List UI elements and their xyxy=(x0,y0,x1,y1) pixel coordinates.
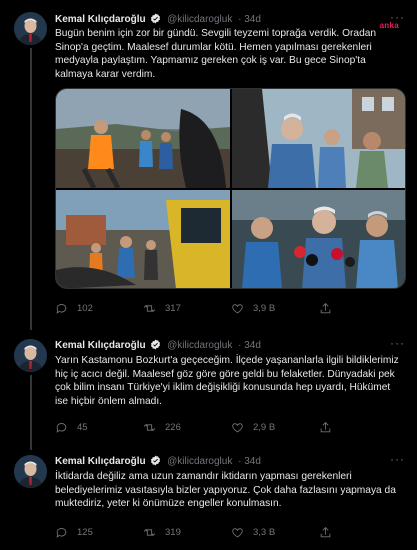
retweet-button[interactable]: 317 xyxy=(143,302,231,315)
media-photo-microphones[interactable] xyxy=(232,190,405,288)
author-handle[interactable]: @kilicdarogluk xyxy=(167,340,232,351)
like-count: 3,3 B xyxy=(253,527,276,538)
reply-count: 125 xyxy=(77,527,93,538)
reply-button[interactable]: 125 xyxy=(55,526,143,539)
retweet-count: 226 xyxy=(165,422,181,433)
thread-line xyxy=(30,48,32,330)
retweet-button[interactable]: 319 xyxy=(143,526,231,539)
like-count: 3,9 B xyxy=(253,303,276,314)
tweet[interactable]: Kemal Kılıçdaroğlu @kilicdarogluk · 34d … xyxy=(0,447,417,550)
heart-icon xyxy=(232,304,243,314)
like-button[interactable]: 2,9 B xyxy=(231,421,319,434)
tweet-actions: 102 317 3,9 B xyxy=(55,302,385,315)
share-button[interactable] xyxy=(319,421,341,434)
reply-count: 45 xyxy=(77,422,88,433)
verified-badge-icon xyxy=(151,339,161,350)
author-name[interactable]: Kemal Kılıçdaroğlu xyxy=(55,456,146,467)
tweet-header: Kemal Kılıçdaroğlu @kilicdarogluk · 34d xyxy=(55,13,261,25)
tweet-header: Kemal Kılıçdaroğlu @kilicdarogluk · 34d xyxy=(55,455,261,467)
avatar[interactable] xyxy=(14,339,47,372)
tweet-actions: 45 226 2,9 B xyxy=(55,421,385,434)
share-button[interactable] xyxy=(319,526,341,539)
tweet-text: İktidarda değiliz ama uzun zamandır ikti… xyxy=(55,471,396,509)
share-icon xyxy=(320,422,331,433)
share-icon xyxy=(320,303,331,314)
author-name[interactable]: Kemal Kılıçdaroğlu xyxy=(55,14,146,25)
verified-badge-icon xyxy=(151,13,161,24)
heart-icon xyxy=(232,423,243,433)
retweet-icon xyxy=(143,529,156,536)
retweet-button[interactable]: 226 xyxy=(143,421,231,434)
author-handle[interactable]: @kilicdarogluk xyxy=(167,456,232,467)
retweet-count: 317 xyxy=(165,303,181,314)
media-photo-rescue-workers[interactable] xyxy=(56,89,230,188)
reply-icon xyxy=(56,304,67,314)
reply-button[interactable]: 45 xyxy=(55,421,143,434)
retweet-icon xyxy=(143,305,156,312)
heart-icon xyxy=(232,528,243,538)
tweet-time[interactable]: · 34d xyxy=(238,456,261,467)
like-count: 2,9 B xyxy=(253,422,276,433)
author-name[interactable]: Kemal Kılıçdaroğlu xyxy=(55,340,146,351)
author-handle[interactable]: @kilicdarogluk xyxy=(167,14,232,25)
reply-icon xyxy=(56,423,67,433)
reply-count: 102 xyxy=(77,303,93,314)
retweet-icon xyxy=(143,424,156,431)
tweet-feed: anka Kemal Kılıçdaroğlu @kilicdarogluk ·… xyxy=(0,0,417,550)
tweet[interactable]: Kemal Kılıçdaroğlu @kilicdarogluk · 34d … xyxy=(0,0,417,330)
reply-icon xyxy=(56,528,67,538)
tweet-actions: 125 319 3,3 B xyxy=(55,526,385,539)
retweet-count: 319 xyxy=(165,527,181,538)
share-icon xyxy=(320,527,331,538)
tweet-header: Kemal Kılıçdaroğlu @kilicdarogluk · 34d xyxy=(55,339,261,351)
tweet-text: Yarın Kastamonu Bozkurt'a geçeceğim. İlç… xyxy=(55,355,399,407)
tweet[interactable]: Kemal Kılıçdaroğlu @kilicdarogluk · 34d … xyxy=(0,330,417,450)
thread-line xyxy=(30,375,32,450)
more-icon[interactable]: ··· xyxy=(390,10,405,24)
tweet-media-grid[interactable] xyxy=(55,88,406,289)
like-button[interactable]: 3,9 B xyxy=(231,302,319,315)
tweet-time[interactable]: · 34d xyxy=(238,14,261,25)
reply-button[interactable]: 102 xyxy=(55,302,143,315)
tweet-time[interactable]: · 34d xyxy=(238,340,261,351)
tweet-text: Bugün benim için zor bir gündü. Sevgili … xyxy=(55,28,377,80)
like-button[interactable]: 3,3 B xyxy=(231,526,319,539)
more-icon[interactable]: ··· xyxy=(390,336,405,350)
verified-badge-icon xyxy=(151,455,161,466)
avatar[interactable] xyxy=(14,455,47,488)
avatar[interactable] xyxy=(14,12,47,45)
share-button[interactable] xyxy=(319,302,341,315)
more-icon[interactable]: ··· xyxy=(390,452,405,466)
media-photo-press-crowd[interactable] xyxy=(232,89,405,188)
media-photo-excavator[interactable] xyxy=(56,190,230,288)
